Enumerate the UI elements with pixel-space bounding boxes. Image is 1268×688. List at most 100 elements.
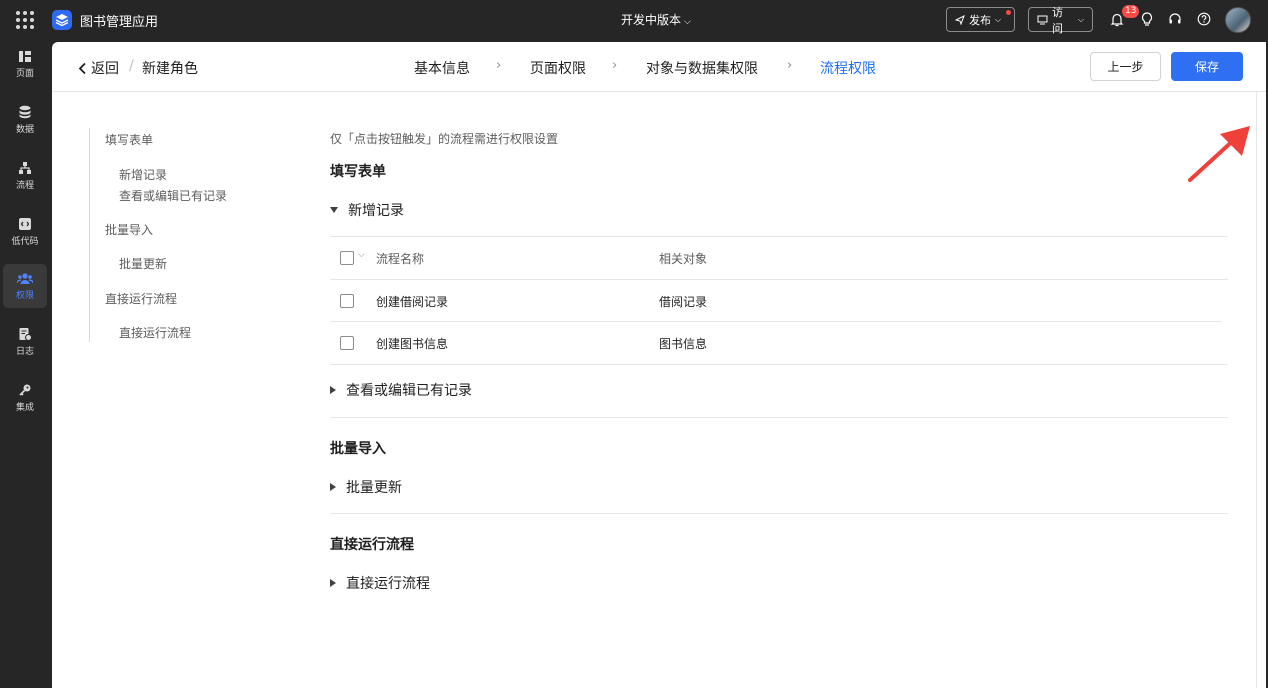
chevron-left-icon [78, 62, 86, 74]
sidebar-item-label: 数据 [15, 125, 34, 135]
chevron-right-icon: › [496, 58, 502, 73]
group-label: 直接运行流程 [346, 576, 430, 592]
monitor-icon [1037, 15, 1048, 24]
lightbulb-icon[interactable] [1138, 10, 1156, 28]
log-icon [19, 328, 32, 341]
sidebar-item-pages[interactable]: 页面 [3, 42, 47, 86]
flow-icon [19, 162, 31, 174]
annotation-arrow-icon [1188, 126, 1250, 182]
outline-item-view-edit[interactable]: 查看或编辑已有记录 [119, 187, 227, 204]
column-header-flow-name: 流程名称 [376, 252, 425, 266]
group-run-flow[interactable]: 直接运行流程 [330, 573, 430, 593]
divider [330, 364, 1228, 365]
sidebar-item-data[interactable]: 数据 [3, 98, 47, 142]
back-label: 返回 [91, 61, 119, 77]
top-bar: 图书管理应用 开发中版本 ⌵ 发布 ⌵ 访问 ⌵ 13 [0, 0, 1268, 40]
users-icon [17, 272, 33, 284]
group-batch-update[interactable]: 批量更新 [330, 477, 402, 497]
group-add-record[interactable]: 新增记录 [330, 200, 404, 220]
notification-badge: 13 [1122, 5, 1140, 18]
sidebar: 页面 数据 流程 低代码 权限 日志 集成 [0, 40, 52, 688]
chevron-right-icon: › [612, 58, 618, 73]
caret-right-icon [330, 483, 336, 491]
app-logo-icon [52, 10, 72, 30]
main-panel: 返回 / 新建角色 基本信息 › 页面权限 › 对象与数据集权限 › 流程权限 … [52, 42, 1266, 688]
caret-right-icon [330, 579, 336, 587]
sidebar-item-label: 日志 [15, 347, 34, 357]
visit-label: 访问 [1051, 5, 1063, 35]
table-cell-related-object: 借阅记录 [659, 295, 708, 309]
headset-icon[interactable] [1166, 10, 1184, 28]
chevron-right-icon: › [787, 58, 793, 73]
divider [330, 236, 1228, 237]
sidebar-item-label: 集成 [15, 403, 34, 413]
caret-down-icon [330, 207, 338, 213]
sidebar-item-label: 页面 [15, 68, 34, 79]
help-icon[interactable] [1195, 10, 1213, 28]
page-header: 返回 / 新建角色 基本信息 › 页面权限 › 对象与数据集权限 › 流程权限 … [52, 42, 1266, 92]
section-title-fill-form: 填写表单 [330, 164, 386, 180]
table-cell-flow-name: 创建图书信息 [376, 337, 449, 351]
sidebar-item-permissions[interactable]: 权限 [3, 264, 47, 308]
divider [330, 513, 1228, 514]
outline-item-run-flow-sub[interactable]: 直接运行流程 [119, 324, 191, 341]
table-cell-flow-name: 创建借阅记录 [376, 295, 449, 309]
sidebar-item-integration[interactable]: 集成 [3, 376, 47, 420]
version-selector[interactable]: 开发中版本 ⌵ [621, 11, 691, 28]
sidebar-item-label: 低代码 [11, 237, 39, 247]
chevron-down-icon: ⌵ [1077, 14, 1084, 24]
step-page-permissions[interactable]: 页面权限 [530, 58, 586, 78]
version-label: 开发中版本 [621, 13, 682, 27]
outline-item-run-flow[interactable]: 直接运行流程 [105, 290, 177, 307]
table-cell-related-object: 图书信息 [659, 337, 708, 351]
section-title-run-flow: 直接运行流程 [330, 537, 414, 553]
chevron-down-icon[interactable]: ⌵ [358, 250, 365, 260]
previous-step-button[interactable]: 上一步 [1090, 52, 1161, 81]
outline-item-batch-import[interactable]: 批量导入 [105, 221, 153, 238]
select-all-checkbox[interactable] [340, 251, 354, 265]
row-checkbox[interactable] [340, 294, 354, 308]
panel-edge [1256, 92, 1266, 688]
publish-dot [1006, 10, 1011, 15]
sidebar-item-flow[interactable]: 流程 [3, 154, 47, 198]
group-label: 查看或编辑已有记录 [346, 383, 472, 399]
step-basic-info[interactable]: 基本信息 [414, 58, 470, 78]
database-icon [19, 105, 31, 119]
divider [330, 417, 1228, 418]
save-button[interactable]: 保存 [1171, 52, 1243, 81]
sidebar-item-label: 权限 [15, 290, 34, 301]
sidebar-item-logs[interactable]: 日志 [3, 320, 47, 364]
step-object-dataset-permissions[interactable]: 对象与数据集权限 [646, 58, 758, 78]
layout-icon [19, 50, 31, 62]
app-title: 图书管理应用 [80, 15, 159, 30]
sidebar-item-lowcode[interactable]: 低代码 [3, 210, 47, 254]
group-label: 批量更新 [346, 480, 402, 496]
hint-text: 仅「点击按钮触发」的流程需进行权限设置 [330, 132, 559, 146]
back-button[interactable]: 返回 [78, 58, 119, 78]
outline-item-fill-form[interactable]: 填写表单 [105, 131, 153, 148]
code-icon [19, 218, 31, 230]
publish-button[interactable]: 发布 ⌵ [946, 7, 1015, 32]
row-checkbox[interactable] [340, 336, 354, 350]
sidebar-item-label: 流程 [15, 181, 34, 191]
step-flow-permissions[interactable]: 流程权限 [820, 58, 876, 78]
caret-right-icon [330, 386, 336, 394]
group-view-edit[interactable]: 查看或编辑已有记录 [330, 380, 472, 400]
breadcrumb-separator: / [129, 58, 134, 74]
outline-item-batch-update[interactable]: 批量更新 [119, 255, 167, 272]
app-grid-icon[interactable] [16, 11, 34, 29]
key-icon [19, 384, 31, 396]
chevron-down-icon: ⌵ [995, 14, 1002, 24]
user-avatar[interactable] [1225, 7, 1251, 33]
divider [330, 279, 1228, 280]
section-title-batch-import: 批量导入 [330, 441, 386, 457]
outline-item-add-record[interactable]: 新增记录 [119, 166, 167, 183]
publish-label: 发布 [969, 13, 991, 27]
visit-button[interactable]: 访问 ⌵ [1028, 6, 1093, 35]
send-icon [955, 14, 965, 25]
chevron-down-icon: ⌵ [684, 17, 691, 27]
outline-nav: 填写表单 新增记录 查看或编辑已有记录 批量导入 批量更新 直接运行流程 直接运… [89, 128, 289, 342]
page-title: 新建角色 [142, 61, 198, 77]
column-header-related-object: 相关对象 [659, 252, 708, 266]
group-label: 新增记录 [348, 203, 404, 219]
